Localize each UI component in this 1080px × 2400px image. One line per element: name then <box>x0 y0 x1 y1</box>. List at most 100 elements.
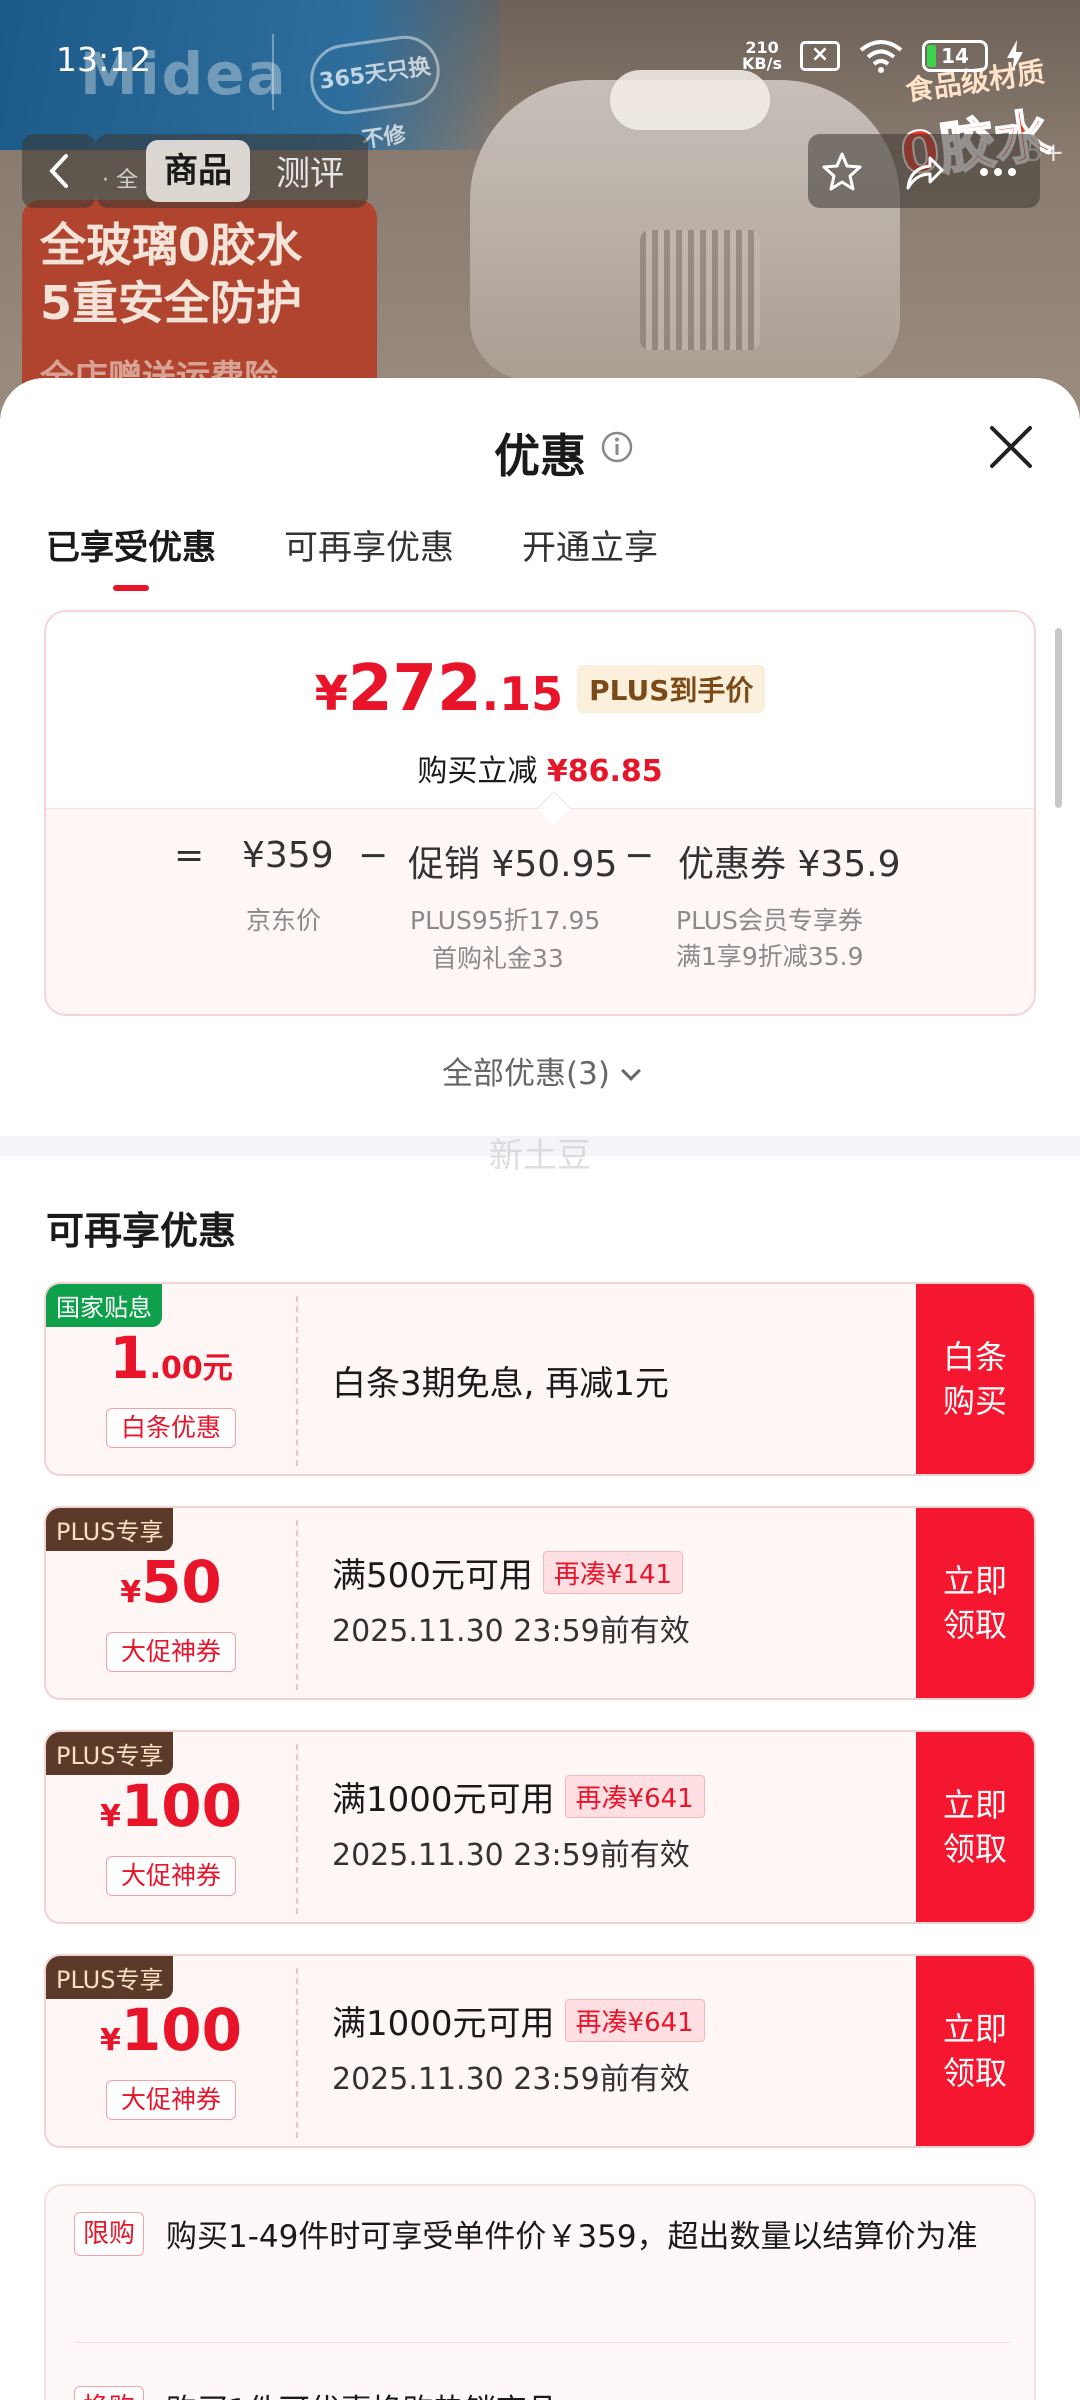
coupon-condition: 满1000元可用 <box>332 1780 555 1820</box>
coupon-detail-2: 满1享9折减35.9 <box>676 942 864 971</box>
coupon-remaining-badge: 再凑¥641 <box>564 1999 705 2042</box>
final-price: ¥ 272 .15 PLUS到手价 <box>46 652 1034 726</box>
net-speed: 210 KB/s <box>742 40 782 72</box>
coupon-card: PLUS专享 ¥100 大促神券 满1000元可用 再凑¥641 2025.11… <box>44 1730 1036 1924</box>
wifi-icon <box>859 40 903 73</box>
coupon-value: ¥50 <box>46 1548 296 1616</box>
formula-minus-2: − <box>624 835 655 876</box>
note-divider <box>74 2342 1010 2343</box>
battery-icon: 14 <box>922 40 988 72</box>
coupon-validity: 2025.11.30 23:59前有效 <box>332 2062 690 2097</box>
note-tag: 换购 <box>74 2386 145 2400</box>
plus-price-badge: PLUS到手价 <box>577 665 766 713</box>
brand-divider <box>272 34 274 110</box>
formula-minus-1: − <box>358 835 389 876</box>
coupon-value-area: 国家贴息 1.00元 白条优惠 <box>46 1284 296 1474</box>
price-breakdown: = ¥359 京东价 − 促销 ¥50.95 PLUS95折17.95 首购礼金… <box>46 808 1034 1014</box>
offer-tabs: 已享受优惠 可再享优惠 开通立享 <box>46 520 658 591</box>
promo-line-1: 全玻璃0胶水 <box>40 218 303 272</box>
coupon-description: 满1000元可用 再凑¥641 <box>332 1772 705 1821</box>
coupon-condition: 白条3期免息, 再减1元 <box>332 1364 669 1404</box>
nav-tab-product[interactable]: 商品 <box>146 140 250 202</box>
promo-detail-2: 首购礼金33 <box>432 944 564 973</box>
coupon-value-currency: ¥ <box>120 1575 142 1610</box>
nav-tab-partial[interactable]: · 全 <box>102 162 138 194</box>
coupon-value-number: 100 <box>120 1996 242 2064</box>
close-icon[interactable] <box>986 422 1036 472</box>
coupon-value-currency: ¥ <box>100 2023 121 2058</box>
tab-enjoyed[interactable]: 已享受优惠 <box>46 520 216 591</box>
coupon-value: 1.00元 <box>46 1324 296 1392</box>
coupon-value-area: PLUS专享 ¥50 大促神券 <box>46 1508 296 1698</box>
all-offers-toggle[interactable]: 全部优惠(3) <box>0 1048 1080 1093</box>
coupon-type: 大促神券 <box>106 1632 236 1672</box>
battery-level: 14 <box>941 44 969 68</box>
no-sim-icon: × <box>800 41 840 71</box>
formula-equals: = <box>174 835 205 876</box>
coupon-value-decimal: .00元 <box>149 1351 233 1386</box>
coupon-description: 满1000元可用 再凑¥641 <box>332 1996 705 2045</box>
coupon-value-currency: ¥ <box>100 1799 121 1834</box>
coupon-type: 大促神券 <box>106 2080 236 2120</box>
charging-icon <box>1007 40 1023 72</box>
offers-sheet: 优惠 已享受优惠 可再享优惠 开通立享 ¥ 272 .15 PLUS到手价 购买… <box>0 378 1080 2400</box>
back-button[interactable] <box>22 134 96 208</box>
coupon-detail-1: PLUS会员专享券 <box>676 906 863 935</box>
coupon-value-number: 1 <box>109 1324 150 1392</box>
instant-discount-amount: ¥86.85 <box>546 754 663 789</box>
info-icon[interactable] <box>600 430 634 464</box>
status-icons: 210 KB/s × 14 <box>742 38 1024 74</box>
jd-price: ¥359 <box>242 835 334 876</box>
chevron-left-icon <box>49 154 68 188</box>
claim-coupon-button[interactable]: 立即领取 <box>916 1956 1034 2146</box>
coupon-badge: 国家贴息 <box>46 1284 162 1327</box>
kettle-lid <box>610 70 770 130</box>
coupon-divider <box>296 1520 298 1690</box>
chevron-down-icon <box>621 1061 641 1081</box>
coupon-validity: 2025.11.30 23:59前有效 <box>332 1838 690 1873</box>
coupon-value-number: 50 <box>141 1548 222 1616</box>
status-time: 13:12 <box>56 40 152 79</box>
coupon-value: ¥100 <box>46 1996 296 2064</box>
coupon-card: PLUS专享 ¥50 大促神券 满500元可用 再凑¥141 2025.11.3… <box>44 1506 1036 1700</box>
coupon-divider <box>296 1744 298 1914</box>
tab-more-offers[interactable]: 可再享优惠 <box>284 520 454 569</box>
coupon-condition: 满500元可用 <box>332 1556 533 1596</box>
promo-detail-1: PLUS95折17.95 <box>410 906 601 935</box>
coupon-divider <box>296 1968 298 2138</box>
note-text: 购买1件可优惠换购热销商品 <box>166 2386 558 2400</box>
all-offers-label: 全部优惠(3) <box>442 1056 610 1092</box>
scrollbar[interactable] <box>1055 628 1062 808</box>
claim-coupon-button[interactable]: 立即领取 <box>916 1508 1034 1698</box>
claim-coupon-button[interactable]: 立即领取 <box>916 1732 1034 1922</box>
star-icon[interactable] <box>820 150 864 194</box>
jd-price-label: 京东价 <box>246 906 322 935</box>
section-title-more-offers: 可再享优惠 <box>46 1209 237 1253</box>
coupon-validity: 2025.11.30 23:59前有效 <box>332 1614 690 1649</box>
share-icon[interactable] <box>902 150 946 194</box>
baitiao-buy-button[interactable]: 白条购买 <box>916 1284 1034 1474</box>
coupon-amount: 优惠券 ¥35.9 <box>678 844 901 885</box>
purchase-notes: 限购 购买1-49件时可享受单件价￥359，超出数量以结算价为准 换购 购买1件… <box>44 2184 1036 2400</box>
net-speed-unit: KB/s <box>742 54 782 73</box>
coupon-divider <box>296 1296 298 1466</box>
coupon-remaining-badge: 再凑¥641 <box>564 1775 705 1818</box>
tab-activate[interactable]: 开通立享 <box>522 520 658 569</box>
coupon-description: 白条3期免息, 再减1元 <box>332 1356 669 1405</box>
price-currency: ¥ <box>314 666 349 722</box>
coupon-badge: PLUS专享 <box>46 1732 174 1775</box>
coupon-value-number: 100 <box>120 1772 242 1840</box>
more-icon[interactable] <box>976 150 1020 194</box>
note-trade-in[interactable]: 换购 购买1件可优惠换购热销商品 <box>74 2386 1014 2400</box>
coupon-badge: PLUS专享 <box>46 1508 174 1551</box>
note-tag: 限购 <box>74 2212 145 2256</box>
promo-amount: 促销 ¥50.95 <box>408 844 618 885</box>
nav-tab-review[interactable]: 测评 <box>276 146 344 195</box>
kettle-filter <box>640 230 760 350</box>
coupon-condition: 满1000元可用 <box>332 2004 555 2044</box>
instant-discount: 购买立减 ¥86.85 <box>46 746 1034 790</box>
coupon-card: 国家贴息 1.00元 白条优惠 白条3期免息, 再减1元 白条购买 <box>44 1282 1036 1476</box>
price-decimal: .15 <box>481 667 564 721</box>
coupon-description: 满500元可用 再凑¥141 <box>332 1548 684 1597</box>
note-text: 购买1-49件时可享受单件价￥359，超出数量以结算价为准 <box>166 2219 978 2255</box>
